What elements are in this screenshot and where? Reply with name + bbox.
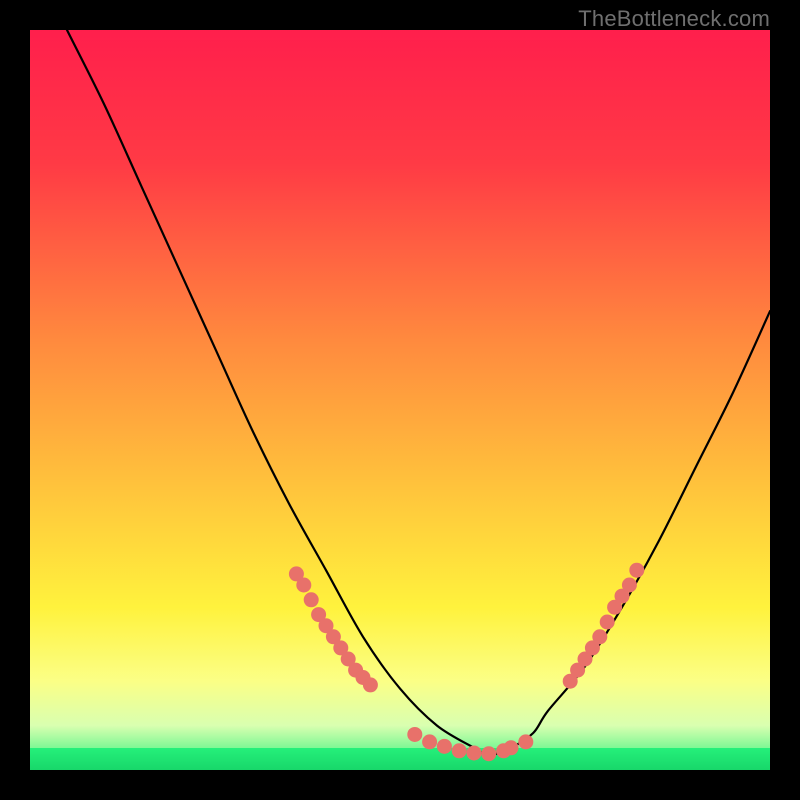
- data-dot: [518, 734, 533, 749]
- data-dot: [600, 615, 615, 630]
- data-dot: [304, 592, 319, 607]
- data-dot: [467, 745, 482, 760]
- data-dot: [407, 727, 422, 742]
- bottleneck-curve: [30, 30, 770, 770]
- plot-area: [30, 30, 770, 770]
- watermark-text: TheBottleneck.com: [578, 6, 770, 32]
- data-dot: [452, 743, 467, 758]
- data-dot: [622, 578, 637, 593]
- data-dot: [363, 677, 378, 692]
- chart-stage: TheBottleneck.com: [0, 0, 800, 800]
- data-dot: [296, 578, 311, 593]
- data-dot: [629, 563, 644, 578]
- data-dot: [592, 629, 607, 644]
- data-dot: [437, 739, 452, 754]
- data-dot: [422, 734, 437, 749]
- data-dot: [481, 746, 496, 761]
- data-dot: [504, 740, 519, 755]
